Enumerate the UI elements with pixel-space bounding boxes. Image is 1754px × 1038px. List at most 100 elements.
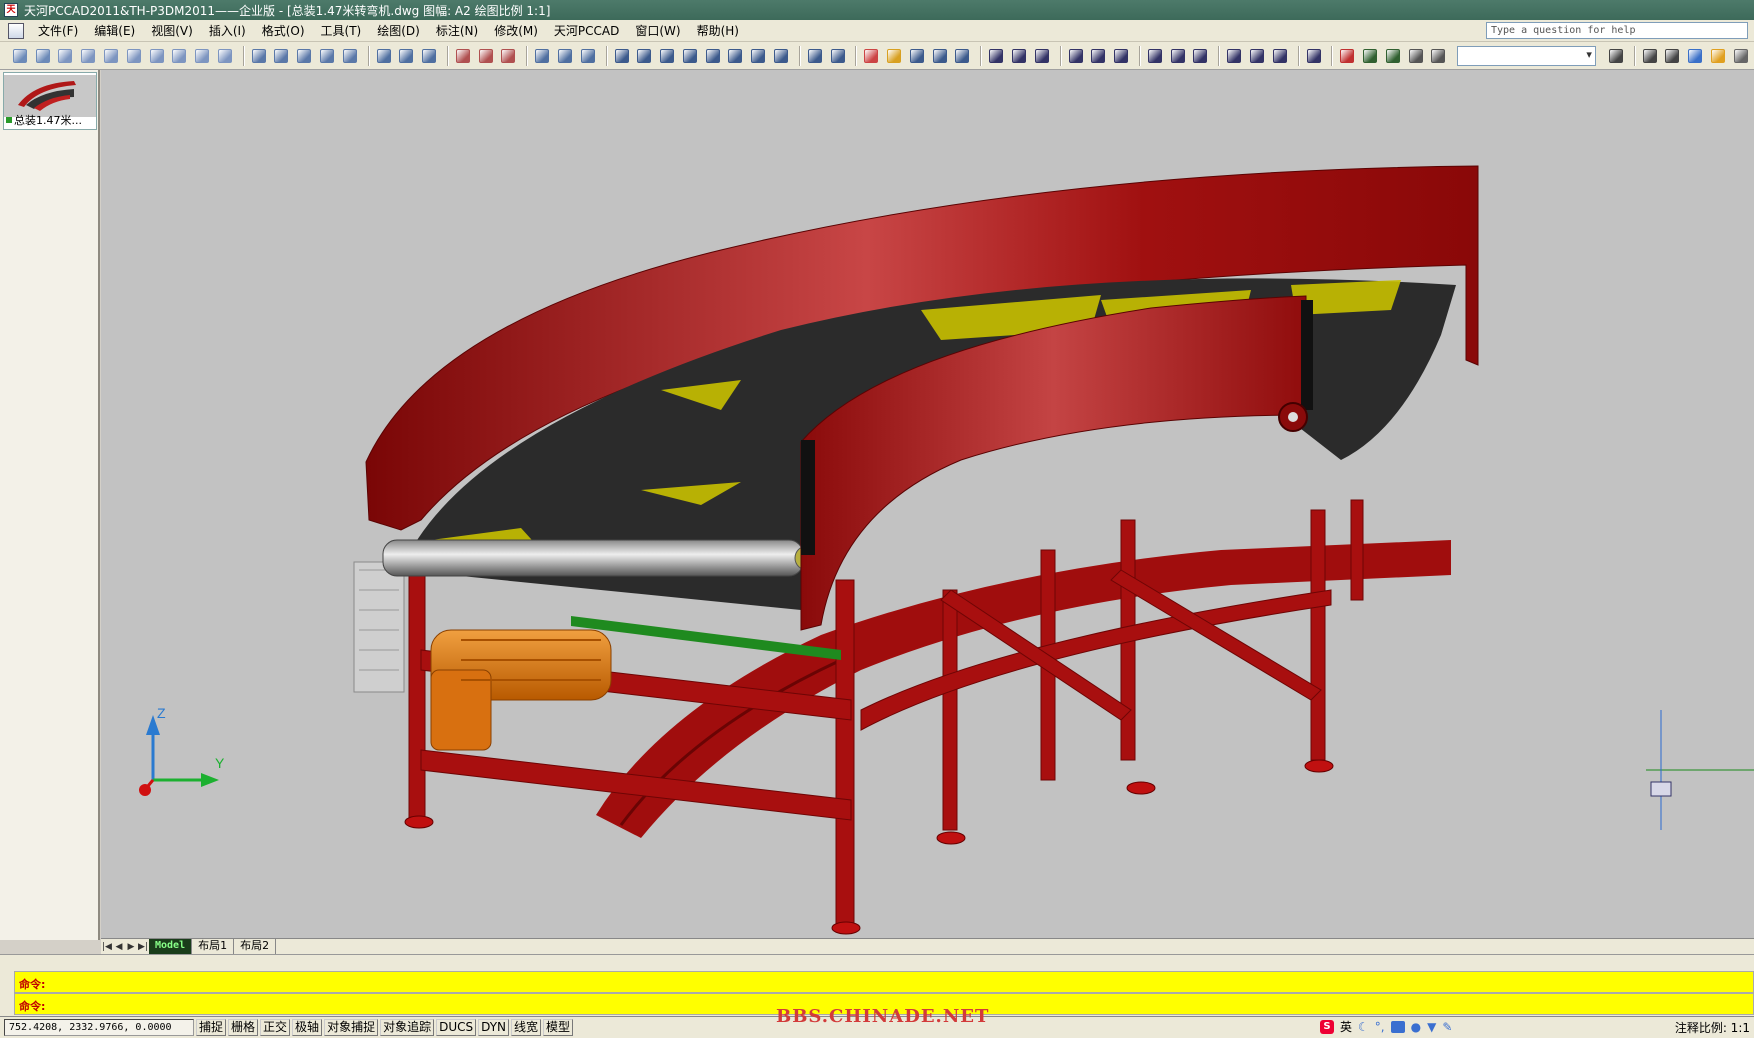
sogou-ime-icon[interactable]: S [1320,1019,1334,1034]
ucs-apply-icon[interactable] [1304,46,1324,66]
revolve-icon[interactable] [317,46,337,66]
ucs-icon[interactable] [986,46,1006,66]
toggle-snap[interactable]: 捕捉 [196,1019,227,1036]
zoom-icon[interactable] [1360,46,1380,66]
intersect-solid-icon[interactable] [578,46,598,66]
toggle-ortho[interactable]: 正交 [260,1019,291,1036]
annotation-scale[interactable]: 注释比例: 1:1 [1675,1019,1750,1036]
walk-icon[interactable] [1429,46,1449,66]
loft-icon[interactable] [340,46,360,66]
toggle-otrack[interactable]: 对象追踪 [380,1019,435,1036]
copy-faces-icon[interactable] [748,46,768,66]
toggle-dyn[interactable]: DYN [478,1019,510,1036]
slice-icon[interactable] [953,46,973,66]
3d-move-icon[interactable] [453,46,473,66]
subtract-solid-icon[interactable] [555,46,575,66]
view-combo-select[interactable] [1457,45,1596,66]
wedge-icon[interactable] [56,46,76,66]
section-icon[interactable] [930,46,950,66]
ucs-previous-icon[interactable] [1032,46,1052,66]
extrude-icon[interactable] [10,46,30,66]
ucs-view-icon[interactable] [1111,46,1131,66]
extrude-faces-icon[interactable] [612,46,632,66]
ucs-zaxis-icon[interactable] [1168,46,1188,66]
toggle-grid[interactable]: 栅格 [228,1019,259,1036]
ucs-object-icon[interactable] [1088,46,1108,66]
color-faces-icon[interactable] [771,46,791,66]
cone-icon[interactable] [78,46,98,66]
presspull-icon[interactable] [272,46,292,66]
cylinder-icon[interactable] [124,46,144,66]
delete-faces-icon[interactable] [680,46,700,66]
taper-faces-icon[interactable] [726,46,746,66]
union-solid-icon[interactable] [532,46,552,66]
tab-first-button[interactable]: |◀ [101,942,113,952]
tab-layout2[interactable]: 布局2 [234,939,277,954]
menu-dimension[interactable]: 标注(N) [428,22,486,39]
separate-icon[interactable] [861,46,881,66]
offset-faces-icon[interactable] [657,46,677,66]
menu-tools[interactable]: 工具(T) [313,22,370,39]
move-faces-icon[interactable] [634,46,654,66]
ucs-origin-icon[interactable] [1145,46,1165,66]
subtract-icon[interactable] [396,46,416,66]
drawing-thumbnail[interactable]: 总装1.47米... [3,72,97,130]
menu-modify[interactable]: 修改(M) [486,22,546,39]
wireframe-icon[interactable] [1640,46,1660,66]
sphere-icon[interactable] [101,46,121,66]
extrude-face-icon[interactable] [249,46,269,66]
toggle-osnap[interactable]: 对象捕捉 [324,1019,379,1036]
menu-edit[interactable]: 编辑(E) [86,22,143,39]
tab-layout1[interactable]: 布局1 [192,939,235,954]
intersect-icon[interactable] [419,46,439,66]
toggle-lineweight[interactable]: 线宽 [511,1019,542,1036]
punctuation-icon[interactable]: °, [1375,1020,1385,1034]
ucs-z-icon[interactable] [1270,46,1290,66]
document-icon[interactable] [8,22,24,39]
conceptual-icon[interactable] [1708,46,1728,66]
menu-insert[interactable]: 插入(I) [201,22,254,39]
toggle-model-space[interactable]: 模型 [543,1019,574,1036]
menu-help[interactable]: 帮助(H) [689,22,747,39]
shell-icon[interactable] [884,46,904,66]
named-views-icon[interactable] [1606,46,1626,66]
visual-styles-icon[interactable] [1731,46,1751,66]
ucs-world-icon[interactable] [1009,46,1029,66]
tools-icon[interactable]: ✎ [1442,1020,1452,1034]
camera-icon[interactable] [1406,46,1426,66]
box-icon[interactable] [33,46,53,66]
tab-next-button[interactable]: ▶ [125,942,137,952]
imprint-icon[interactable] [805,46,825,66]
conveyor-3d-model[interactable]: Z Y [101,70,1754,938]
user-icon[interactable]: ● [1411,1020,1421,1034]
toggle-polar[interactable]: 极轴 [292,1019,323,1036]
ime-language[interactable]: 英 [1340,1018,1352,1035]
soft-keyboard-icon[interactable] [1390,1020,1405,1033]
menu-format[interactable]: 格式(O) [254,22,313,39]
menu-draw[interactable]: 绘图(D) [369,22,428,39]
orbit-icon[interactable] [1337,46,1357,66]
ucs-y-icon[interactable] [1247,46,1267,66]
sweep-icon[interactable] [294,46,314,66]
check-icon[interactable] [907,46,927,66]
clean-icon[interactable] [828,46,848,66]
realistic-icon[interactable] [1685,46,1705,66]
tab-prev-button[interactable]: ◀ [113,942,125,952]
ucs-face-icon[interactable] [1066,46,1086,66]
menu-window[interactable]: 窗口(W) [627,22,688,39]
model-viewport[interactable]: Z Y [101,70,1754,938]
helix-icon[interactable] [192,46,212,66]
toggle-ducs[interactable]: DUCS [436,1019,477,1036]
menu-file[interactable]: 文件(F) [30,22,86,39]
tab-last-button[interactable]: ▶| [137,942,149,952]
3d-rotate-icon[interactable] [476,46,496,66]
pyramid-icon[interactable] [169,46,189,66]
ucs-3point-icon[interactable] [1191,46,1211,66]
half-width-icon[interactable]: ☾ [1358,1020,1369,1034]
help-search-input[interactable]: Type a question for help [1486,22,1748,39]
hidden-icon[interactable] [1662,46,1682,66]
torus-icon[interactable] [147,46,167,66]
skin-icon[interactable]: ▼ [1427,1020,1436,1034]
menu-pccad[interactable]: 天河PCCAD [546,22,627,39]
union-icon[interactable] [374,46,394,66]
